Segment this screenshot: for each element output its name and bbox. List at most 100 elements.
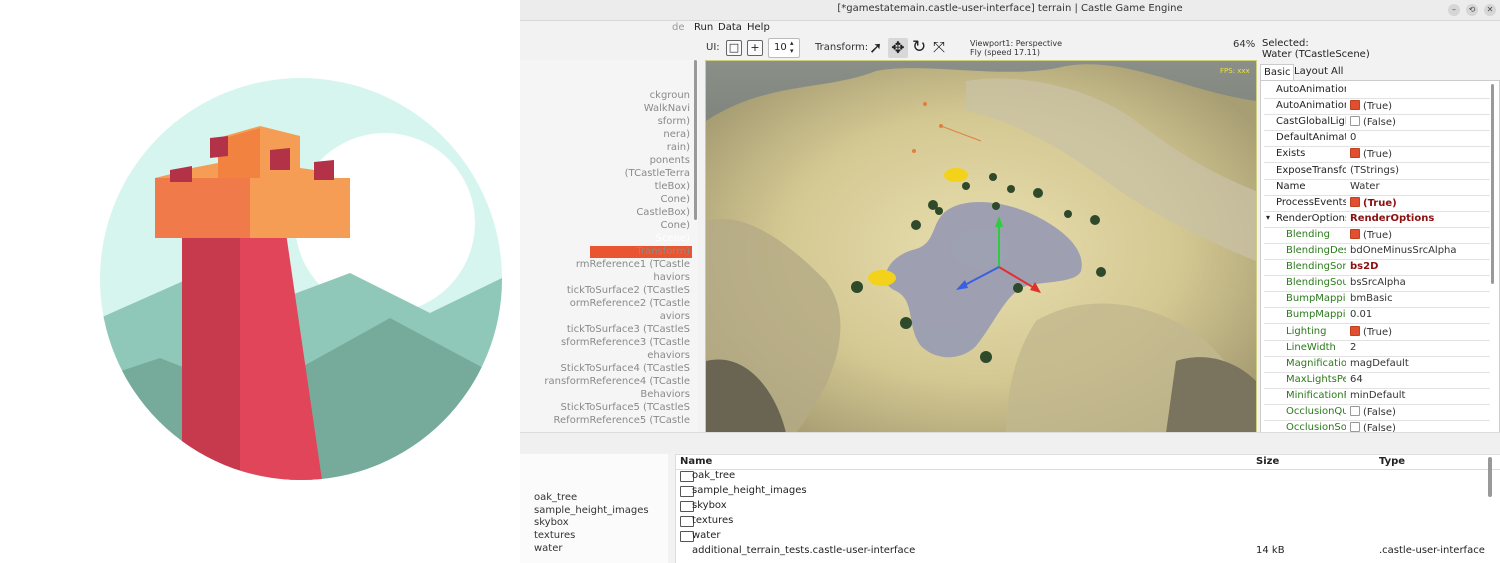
tree-item[interactable]: Scene): [656, 233, 690, 244]
property-row[interactable]: DefaultAnimati 0: [1264, 130, 1490, 148]
property-row[interactable]: ExposeTransfor (TStrings): [1264, 163, 1490, 180]
menu-data[interactable]: Data: [718, 22, 742, 33]
tree-item[interactable]: StickToSurface5 (TCastleS: [561, 402, 690, 413]
folder-tree-item[interactable]: water: [534, 543, 563, 554]
tree-item[interactable]: tickToSurface3 (TCastleS: [567, 324, 690, 335]
menu-mode[interactable]: de: [672, 22, 685, 33]
property-value[interactable]: (True): [1350, 100, 1490, 112]
tree-item[interactable]: WalkNavi: [644, 103, 690, 114]
checkbox-icon[interactable]: [1350, 196, 1360, 207]
rotate-icon[interactable]: ↻: [912, 37, 926, 57]
tab-basic[interactable]: Basic: [1260, 64, 1294, 80]
3d-viewport[interactable]: FPS: xxx: [705, 60, 1257, 434]
folder-tree-item[interactable]: textures: [534, 530, 575, 541]
tree-item[interactable]: ponents: [650, 155, 690, 166]
checkbox-icon[interactable]: [1350, 116, 1360, 127]
tree-item[interactable]: Transform): [636, 246, 690, 257]
expand-arrow-icon[interactable]: ▾: [1266, 213, 1270, 222]
file-row[interactable]: skybox: [676, 499, 1486, 514]
file-row[interactable]: additional_terrain_tests.castle-user-int…: [676, 544, 1486, 559]
tree-item[interactable]: Cone): [661, 194, 691, 205]
property-value[interactable]: (True): [1350, 196, 1490, 209]
property-value[interactable]: 0: [1350, 132, 1490, 143]
folder-tree-item[interactable]: skybox: [534, 517, 569, 528]
tree-item[interactable]: ckgroun: [650, 90, 690, 101]
tree-item[interactable]: rmReference1 (TCastle: [576, 259, 690, 270]
file-row[interactable]: textures: [676, 514, 1486, 529]
tab-layout[interactable]: Layout: [1294, 66, 1328, 77]
property-row[interactable]: Lighting (True): [1264, 324, 1490, 341]
select-arrow-icon[interactable]: ➚: [869, 38, 882, 57]
files-list[interactable]: Name Size Type oak_tree sample_height_ima…: [675, 454, 1500, 563]
tree-item[interactable]: sform): [658, 116, 690, 127]
maximize-button[interactable]: ⟲: [1466, 4, 1478, 16]
property-value[interactable]: minDefault: [1350, 390, 1490, 401]
property-row[interactable]: OcclusionQue (False): [1264, 404, 1490, 421]
property-value[interactable]: bsSrcAlpha: [1350, 277, 1490, 288]
checkbox-icon[interactable]: [1350, 406, 1360, 416]
property-value[interactable]: (False): [1350, 116, 1490, 128]
checkbox-icon[interactable]: [1350, 422, 1360, 433]
add-empty-ui-button[interactable]: □: [726, 40, 742, 56]
files-scrollbar[interactable]: [1488, 457, 1492, 497]
tree-scrollbar[interactable]: [694, 60, 697, 220]
property-value[interactable]: bs2D: [1350, 261, 1490, 272]
folder-tree-item[interactable]: oak_tree: [534, 492, 577, 503]
header-type[interactable]: Type: [1379, 456, 1405, 467]
menu-run[interactable]: Run: [694, 22, 713, 33]
checkbox-icon[interactable]: [1350, 228, 1360, 239]
property-value[interactable]: magDefault: [1350, 358, 1490, 369]
property-row[interactable]: ▾ RenderOptions RenderOptions: [1264, 211, 1490, 228]
property-value[interactable]: 2: [1350, 342, 1490, 353]
stepper-arrows-icon[interactable]: ▴ ▾: [790, 39, 794, 55]
tree-item[interactable]: haviors: [653, 272, 690, 283]
checkbox-icon[interactable]: [1350, 148, 1360, 159]
ui-scale-stepper[interactable]: 10 ▴ ▾: [768, 38, 800, 58]
property-row[interactable]: CastGlobalLight (False): [1264, 114, 1490, 132]
menu-help[interactable]: Help: [747, 22, 770, 33]
tree-item[interactable]: nera): [663, 129, 690, 140]
property-value[interactable]: RenderOptions: [1350, 213, 1490, 224]
header-name[interactable]: Name: [680, 456, 712, 467]
tree-item[interactable]: tickToSurface2 (TCastleS: [567, 285, 690, 296]
header-size[interactable]: Size: [1256, 456, 1279, 467]
property-value[interactable]: Water: [1350, 181, 1490, 192]
tree-item[interactable]: sformReference3 (TCastle: [561, 337, 690, 348]
property-value[interactable]: bdOneMinusSrcAlpha: [1350, 245, 1490, 256]
property-row[interactable]: Magnification magDefault: [1264, 356, 1490, 373]
property-value[interactable]: 64: [1350, 374, 1490, 385]
tree-item[interactable]: tleBox): [655, 181, 690, 192]
tree-item[interactable]: Behaviors: [640, 389, 690, 400]
property-row[interactable]: Blending (True): [1264, 227, 1490, 244]
tree-item[interactable]: ormReference2 (TCastle: [570, 298, 690, 309]
tree-item[interactable]: (TCastleTerra: [625, 168, 690, 179]
property-row[interactable]: ProcessEvents (True): [1264, 195, 1490, 212]
tree-item[interactable]: ransformReference4 (TCastle: [544, 376, 690, 387]
property-value[interactable]: (True): [1350, 148, 1490, 160]
tab-all[interactable]: All: [1331, 66, 1343, 77]
minimize-button[interactable]: –: [1448, 4, 1460, 16]
files-tree[interactable]: oak_tree sample_height_images skybox textur…: [520, 454, 668, 563]
file-row[interactable]: oak_tree: [676, 469, 1486, 484]
file-row[interactable]: sample_height_images: [676, 484, 1486, 499]
property-value[interactable]: (TStrings): [1350, 165, 1490, 176]
tree-item[interactable]: ehaviors: [647, 350, 690, 361]
move-icon[interactable]: ✥: [888, 38, 908, 58]
property-row[interactable]: Name Water: [1264, 179, 1490, 196]
property-value[interactable]: (False): [1350, 406, 1490, 418]
tree-item[interactable]: Cone): [661, 220, 691, 231]
property-row[interactable]: BlendingDest bdOneMinusSrcAlpha: [1264, 243, 1490, 260]
inspector-scrollbar[interactable]: [1491, 84, 1494, 284]
property-value[interactable]: (True): [1350, 228, 1490, 241]
property-row[interactable]: BlendingSort bs2D: [1264, 259, 1490, 277]
property-row[interactable]: AutoAnimation: [1264, 82, 1490, 99]
property-row[interactable]: AutoAnimationL (True): [1264, 98, 1490, 116]
file-row[interactable]: water: [676, 529, 1486, 544]
property-row[interactable]: MinificationFil minDefault: [1264, 388, 1490, 405]
tree-item[interactable]: CastleBox): [636, 207, 690, 218]
close-button[interactable]: ✕: [1484, 4, 1496, 16]
property-value[interactable]: (True): [1350, 325, 1490, 338]
scale-icon[interactable]: ⤧: [933, 38, 945, 56]
tree-item[interactable]: rain): [667, 142, 690, 153]
folder-tree-item[interactable]: sample_height_images: [534, 505, 649, 516]
